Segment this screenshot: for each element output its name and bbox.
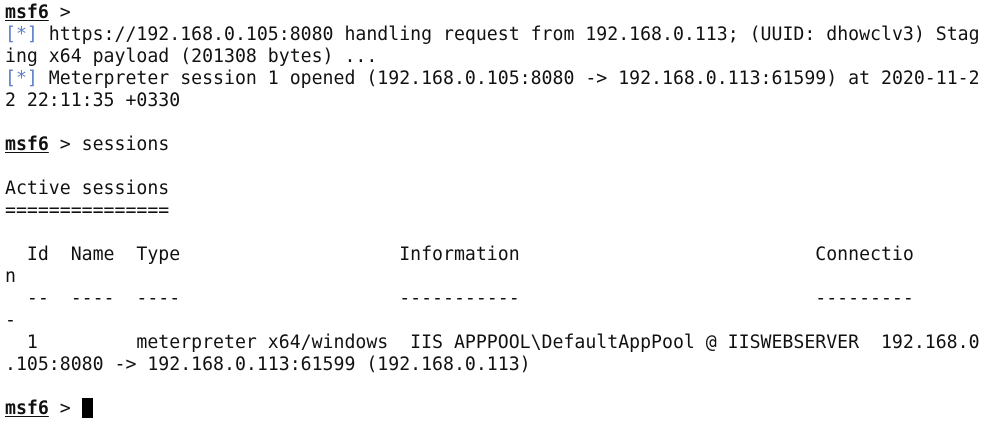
table-header: Id Name Type Information Connectio	[5, 244, 989, 266]
section-heading: Active sessions	[5, 178, 989, 200]
output-line: 2 22:11:35 +0330	[5, 90, 989, 112]
table-separator-text: -- ---- ---- ----------- ---------	[5, 288, 914, 309]
prompt-line: msf6 > sessions	[5, 134, 989, 156]
prompt-line: msf6 >	[5, 2, 989, 24]
prompt-word: msf6	[5, 2, 49, 23]
output-line: [*] Meterpreter session 1 opened (192.16…	[5, 68, 989, 90]
prompt-word: msf6	[5, 398, 49, 419]
output-text: ing x64 payload (201308 bytes) ...	[5, 46, 378, 67]
heading-text: Active sessions	[5, 178, 170, 199]
prompt-suffix: >	[48, 398, 71, 419]
terminal-window[interactable]: msf6 > [*] https://192.168.0.105:8080 ha…	[0, 0, 989, 442]
output-line: [*] https://192.168.0.105:8080 handling …	[5, 24, 989, 46]
table-separator-wrap-text: -	[5, 310, 16, 331]
table-row-text: 1 meterpreter x64/windows IIS APPPOOL\De…	[5, 332, 980, 353]
prompt-suffix: >	[48, 134, 71, 155]
output-line: ing x64 payload (201308 bytes) ...	[5, 46, 989, 68]
prompt-trailing-space	[71, 398, 82, 419]
table-row: 1 meterpreter x64/windows IIS APPPOOL\De…	[5, 332, 989, 354]
prompt-suffix: >	[48, 2, 71, 23]
output-text: Meterpreter session 1 opened (192.168.0.…	[37, 68, 980, 89]
table-row-wrap-text: .105:8080 -> 192.168.0.113:61599 (192.16…	[5, 354, 531, 375]
cursor-block[interactable]	[81, 398, 93, 418]
output-text: 2 22:11:35 +0330	[5, 90, 181, 111]
table-header-text: Id Name Type Information Connectio	[5, 244, 914, 265]
status-info-marker: [*]	[5, 24, 38, 45]
table-separator: -- ---- ---- ----------- ---------	[5, 288, 989, 310]
prompt-word: msf6	[5, 134, 49, 155]
table-row-wrap: .105:8080 -> 192.168.0.113:61599 (192.16…	[5, 354, 989, 376]
table-header-wrap: n	[5, 266, 989, 288]
heading-rule: ===============	[5, 200, 989, 222]
status-info-marker: [*]	[5, 68, 38, 89]
table-separator-wrap: -	[5, 310, 989, 332]
heading-rule-text: ===============	[5, 200, 170, 221]
command-text: sessions	[70, 134, 170, 155]
output-text: https://192.168.0.105:8080 handling requ…	[37, 24, 980, 45]
active-prompt-line[interactable]: msf6 >	[5, 398, 989, 420]
table-header-wrap-text: n	[5, 266, 16, 287]
